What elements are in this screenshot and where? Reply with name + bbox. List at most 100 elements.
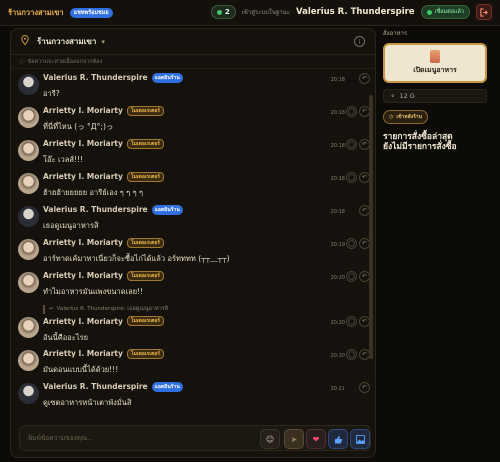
- avatar[interactable]: [18, 272, 39, 293]
- online-count-pill[interactable]: 2: [210, 5, 236, 19]
- chat-message: Arrietty I. Moriarty โมเดอเรเตอร์ ทำไมอาหา…: [11, 267, 375, 300]
- avatar[interactable]: [18, 239, 39, 260]
- avatar[interactable]: [18, 317, 39, 338]
- emoji-react-icon[interactable]: ◯: [346, 106, 357, 117]
- notice-text: ข้อความจะหายเมื่อออกจากห้อง: [27, 58, 103, 65]
- role-badge: โมเดอเรเตอร์: [126, 138, 164, 149]
- message-header: Arrietty I. Moriarty โมเดอเรเตอร์: [43, 105, 375, 116]
- message-text: ฮ้าฮฮ้ายยยยย อารีย์เอง ๆ ๆ ๆ ๆ: [43, 188, 144, 197]
- message-input[interactable]: [28, 434, 238, 442]
- emoji-react-icon[interactable]: ◯: [346, 172, 357, 183]
- balance-value: 12 G: [399, 92, 415, 100]
- top-bar: ร้านกวางสามเขา แชทพร้อมชมย 2 เข้าสู่ระบบ…: [0, 0, 500, 26]
- order-panel-label: สั่งอาหาร: [383, 30, 408, 37]
- thumbs-up-icon: [334, 435, 342, 444]
- message-text: อาร์ทาดเค้มาทาเนี่ยวก็จะซื้อไก่ได้แล้ว อ…: [43, 254, 230, 263]
- emoji-react-icon[interactable]: ◯: [346, 238, 357, 249]
- message-time: 20:21: [330, 386, 345, 392]
- current-username: Valerius R. Thunderspire: [295, 7, 415, 17]
- heart-button[interactable]: ❤: [306, 429, 326, 449]
- recent-orders-title: รายการสั่งซื้อล่าสุด: [383, 132, 453, 142]
- chat-message: ↩ Valerius R. Thunderspire: เธอดูเมนูอาหา…: [11, 300, 375, 345]
- clock-icon: ◷: [389, 114, 394, 120]
- avatar[interactable]: [18, 206, 39, 227]
- logout-button[interactable]: [476, 4, 492, 20]
- image-button[interactable]: [350, 429, 370, 449]
- back-room-label: เข้าหลังร้าน: [396, 114, 423, 120]
- role-badge: โมเดอเรเตอร์: [126, 316, 164, 326]
- recent-orders-empty: ยังไม่มีรายการสั่งซื้อ: [383, 142, 457, 152]
- message-composer: ☺ ➤ ❤: [19, 425, 371, 451]
- message-author[interactable]: Arrietty I. Moriarty: [43, 349, 123, 358]
- menu-book-icon: [430, 50, 440, 63]
- reply-quote[interactable]: ↩ Valerius R. Thunderspire: เธอดูเมนูอาหา…: [43, 304, 168, 314]
- message-author[interactable]: Arrietty I. Moriarty: [43, 172, 123, 181]
- avatar[interactable]: [18, 140, 39, 161]
- reply-icon[interactable]: ↶: [359, 73, 370, 84]
- role-badge: แอดมินร้าน: [151, 381, 183, 392]
- chat-message: Arrietty I. Moriarty โมเดอเรเตอร์ โอ๊ะ เวล…: [11, 135, 375, 168]
- message-author[interactable]: Arrietty I. Moriarty: [43, 271, 123, 280]
- chat-header: ร้านกวางสามเขา ▾ i: [11, 29, 375, 55]
- message-text: อันนี้คืออะไรย: [43, 332, 89, 342]
- scrollbar[interactable]: [369, 95, 373, 359]
- message-text: ดูเซตอาหารหน้าเตาพังมั่นสิ: [43, 398, 132, 407]
- avatar[interactable]: [18, 173, 39, 194]
- heart-icon: ❤: [312, 434, 320, 444]
- brand-badge: แชทพร้อมชมย: [69, 7, 113, 18]
- avatar[interactable]: [18, 74, 39, 95]
- open-menu-button[interactable]: เปิดเมนูอาหาร: [383, 43, 487, 83]
- emoji-react-icon[interactable]: ◯: [346, 316, 357, 327]
- image-icon: [355, 434, 365, 444]
- message-author[interactable]: Valerius R. Thunderspire: [43, 205, 148, 214]
- reply-icon[interactable]: ↶: [359, 382, 370, 393]
- message-author[interactable]: Arrietty I. Moriarty: [43, 106, 123, 115]
- message-author[interactable]: Arrietty I. Moriarty: [43, 238, 123, 247]
- emoji-react-icon[interactable]: ◯: [346, 139, 357, 150]
- role-badge: โมเดอเรเตอร์: [126, 348, 164, 359]
- emoji-button[interactable]: ☺: [260, 429, 280, 449]
- avatar[interactable]: [18, 107, 39, 128]
- role-badge: โมเดอเรเตอร์: [126, 237, 164, 248]
- message-author[interactable]: Valerius R. Thunderspire: [43, 73, 148, 82]
- message-time: 20:18: [330, 143, 345, 149]
- message-text: ที่นี่ที่ไหน (っ °Д°;)っ: [43, 122, 114, 131]
- topbar-right: 2 เข้าสู่ระบบในฐานะ Valerius R. Thunders…: [210, 4, 492, 20]
- login-as-label: เข้าสู่ระบบในฐานะ: [241, 9, 290, 16]
- message-time: 20:18: [330, 209, 345, 215]
- role-badge: แอดมินร้าน: [151, 204, 183, 215]
- chat-message: Valerius R. Thunderspire แอดมินร้านดูเซตอ…: [11, 378, 375, 411]
- chevron-down-icon[interactable]: ▾: [101, 38, 105, 46]
- message-time: 20:18: [330, 110, 345, 116]
- emoji-react-icon[interactable]: ◯: [346, 271, 357, 282]
- avatar[interactable]: [18, 383, 39, 404]
- message-author[interactable]: Arrietty I. Moriarty: [43, 139, 123, 148]
- info-small-icon: ⓘ: [19, 59, 25, 66]
- message-header: Arrietty I. Moriarty โมเดอเรเตอร์: [43, 171, 375, 182]
- order-panel: สั่งอาหาร เปิดเมนูอาหาร ⚬ 12 G ◷ เข้าหลั…: [383, 28, 493, 153]
- info-icon[interactable]: i: [354, 36, 365, 47]
- message-header: Valerius R. Thunderspire แอดมินร้าน: [43, 72, 375, 83]
- back-room-button[interactable]: ◷ เข้าหลังร้าน: [383, 110, 429, 124]
- connection-status-label: เชื่อมต่อแล้ว: [434, 9, 464, 15]
- online-count: 2: [224, 8, 230, 16]
- message-author[interactable]: Valerius R. Thunderspire: [43, 382, 148, 391]
- message-time: 20:20: [330, 353, 345, 359]
- room-title[interactable]: ร้านกวางสามเขา: [37, 35, 96, 48]
- thumbs-up-button[interactable]: [328, 429, 348, 449]
- reply-quote-icon: ↩: [49, 306, 54, 312]
- chat-message: Arrietty I. Moriarty โมเดอเรเตอร์ฮ้าฮฮ้าย…: [11, 168, 375, 201]
- avatar[interactable]: [18, 350, 39, 371]
- emoji-react-icon[interactable]: ◯: [346, 349, 357, 360]
- send-button[interactable]: ➤: [284, 429, 304, 449]
- message-text: อารี?: [43, 89, 60, 98]
- message-time: 20:18: [330, 77, 345, 83]
- message-time: 20:20: [330, 320, 345, 326]
- message-list[interactable]: Valerius R. Thunderspire แอดมินร้าน อารี? 2…: [11, 69, 375, 419]
- coin-icon: ⚬: [390, 92, 396, 100]
- chat-message: Arrietty I. Moriarty โมเดอเรเตอร์อาร์ทาดเ…: [11, 234, 375, 267]
- message-header: Arrietty I. Moriarty โมเดอเรเตอร์: [43, 316, 375, 327]
- message-author[interactable]: Arrietty I. Moriarty: [43, 317, 123, 326]
- brand-title: ร้านกวางสามเขา: [8, 7, 64, 17]
- message-header: Arrietty I. Moriarty โมเดอเรเตอร์: [43, 237, 375, 248]
